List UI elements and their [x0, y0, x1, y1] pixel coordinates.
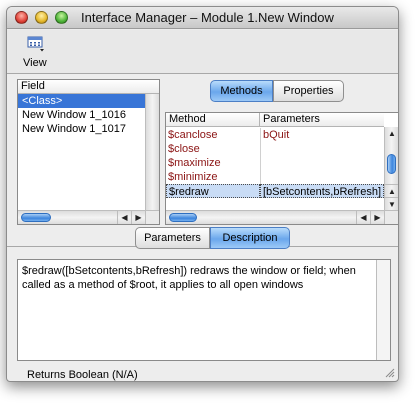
- method-params: bQuit: [260, 128, 384, 142]
- method-params: [260, 156, 384, 170]
- field-list-header[interactable]: Field: [18, 80, 159, 94]
- close-window-button[interactable]: [15, 11, 28, 24]
- title-bar[interactable]: Interface Manager – Module 1.New Window: [7, 7, 398, 29]
- description-scrollbar[interactable]: [376, 260, 390, 360]
- description-text: $redraw([bSetcontents,bRefresh]) redraws…: [22, 265, 356, 291]
- scroll-up-arrow-icon[interactable]: ▲: [385, 184, 398, 197]
- scroll-right-arrow-icon[interactable]: ▶: [131, 211, 145, 224]
- minimize-window-button[interactable]: [35, 11, 48, 24]
- table-row[interactable]: $maximize: [166, 156, 384, 170]
- methods-table[interactable]: Method Parameters $canclose bQuit $close…: [165, 112, 398, 225]
- table-row-selected[interactable]: $redraw [bSetcontents,bRefresh]: [166, 184, 384, 198]
- scroll-corner: [145, 210, 159, 224]
- method-params: [260, 142, 384, 156]
- method-params: [260, 170, 384, 184]
- window-title: Interface Manager – Module 1.New Window: [81, 10, 334, 25]
- scroll-right-arrow-icon[interactable]: ▶: [370, 211, 384, 224]
- method-name: $close: [168, 143, 200, 155]
- tab-description[interactable]: Description: [210, 227, 290, 249]
- field-list-item[interactable]: <Class>: [18, 94, 159, 108]
- methods-vscroll-thumb[interactable]: [387, 154, 396, 174]
- methods-vertical-scrollbar[interactable]: ▲ ▲ ▼: [384, 127, 398, 210]
- table-row[interactable]: $canclose bQuit: [166, 128, 384, 142]
- scroll-down-arrow-icon[interactable]: ▼: [385, 197, 398, 210]
- view-grid-icon: [27, 36, 44, 52]
- field-list-vertical-scrollbar[interactable]: [145, 94, 159, 210]
- column-header-parameters[interactable]: Parameters: [260, 113, 384, 127]
- view-label: View: [23, 57, 47, 69]
- field-list-item[interactable]: New Window 1_1017: [18, 122, 159, 136]
- method-name: $maximize: [168, 157, 221, 169]
- field-list[interactable]: Field <Class> New Window 1_1016 New Wind…: [17, 79, 160, 225]
- zoom-window-button[interactable]: [55, 11, 68, 24]
- column-header-method[interactable]: Method: [166, 113, 260, 127]
- resize-grip-icon[interactable]: [383, 366, 395, 378]
- method-name: $redraw: [166, 184, 260, 198]
- table-row[interactable]: $close: [166, 142, 384, 156]
- table-row[interactable]: $minimize: [166, 170, 384, 184]
- method-name: $canclose: [168, 129, 218, 141]
- tab-methods[interactable]: Methods: [210, 80, 273, 102]
- description-panel[interactable]: $redraw([bSetcontents,bRefresh]) redraws…: [17, 259, 391, 361]
- status-text: Returns Boolean (N/A): [27, 369, 138, 381]
- scroll-left-arrow-icon[interactable]: ◀: [356, 211, 370, 224]
- scroll-up-arrow-icon[interactable]: ▲: [385, 127, 398, 140]
- method-params: [bSetcontents,bRefresh]: [260, 184, 384, 198]
- field-list-scroll-thumb[interactable]: [21, 213, 51, 222]
- methods-horizontal-scrollbar[interactable]: ◀ ▶: [166, 210, 384, 224]
- scroll-corner: [384, 210, 398, 224]
- interface-manager-window: Interface Manager – Module 1.New Window …: [6, 6, 399, 382]
- view-button[interactable]: View: [21, 34, 61, 72]
- scroll-left-arrow-icon[interactable]: ◀: [117, 211, 131, 224]
- field-list-item[interactable]: New Window 1_1016: [18, 108, 159, 122]
- tab-parameters[interactable]: Parameters: [135, 227, 210, 249]
- tab-properties[interactable]: Properties: [273, 80, 344, 102]
- methods-hscroll-thumb[interactable]: [169, 213, 197, 222]
- field-list-horizontal-scrollbar[interactable]: ◀ ▶: [18, 210, 145, 224]
- method-name: $minimize: [168, 171, 218, 183]
- toolbar: View: [7, 30, 398, 74]
